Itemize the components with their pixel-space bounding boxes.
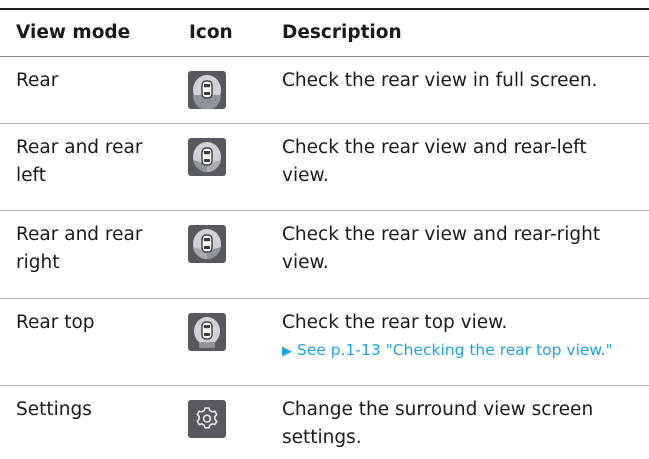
view-mode-label: Settings [16,399,92,420]
table-row-rear-and-rear-right: Rear and rear right Check the rear view … [0,211,649,299]
view-mode-label: Rear and rear left [16,137,143,186]
rear-top-view-page-link[interactable]: ▶ See p.1-13 "Checking the rear top view… [282,337,637,365]
view-mode-description: Check the rear view and rear-right view. [282,224,601,273]
view-mode-label: Rear and rear right [16,224,143,273]
view-mode-description: Check the rear view in full screen. [282,70,598,91]
table-row-rear-and-rear-left: Rear and rear left Check the rear view a… [0,124,649,211]
table-row-rear-top: Rear top Check the rear top view. ▶ See … [0,299,649,386]
rear-and-rear-right-view-icon [188,225,226,263]
header-icon: Icon [189,22,233,43]
description-text: Check the rear top view. [282,312,508,333]
header-view-mode: View mode [16,22,131,43]
view-mode-table: View mode Icon Description Rear Check th… [0,8,649,459]
link-text: See p.1-13 "Checking the rear top view." [296,341,613,359]
view-mode-description: Check the rear top view. ▶ See p.1-13 "C… [282,309,637,365]
view-mode-description: Change the surround view screen settings… [282,399,594,448]
view-mode-description: Check the rear view and rear-left view. [282,137,587,186]
rear-and-rear-left-view-icon [188,138,226,176]
rear-view-icon [188,71,226,109]
table-row-rear: Rear Check the rear view in full screen. [0,57,649,124]
view-mode-label: Rear top [16,312,95,333]
settings-gear-icon [188,400,226,438]
rear-top-view-icon [188,313,226,351]
table-row-settings: Settings Change the surround view screen… [0,386,649,459]
header-description: Description [282,22,402,43]
view-mode-label: Rear [16,70,59,91]
table-header-row: View mode Icon Description [0,10,649,57]
link-arrow-icon: ▶ [282,344,292,359]
